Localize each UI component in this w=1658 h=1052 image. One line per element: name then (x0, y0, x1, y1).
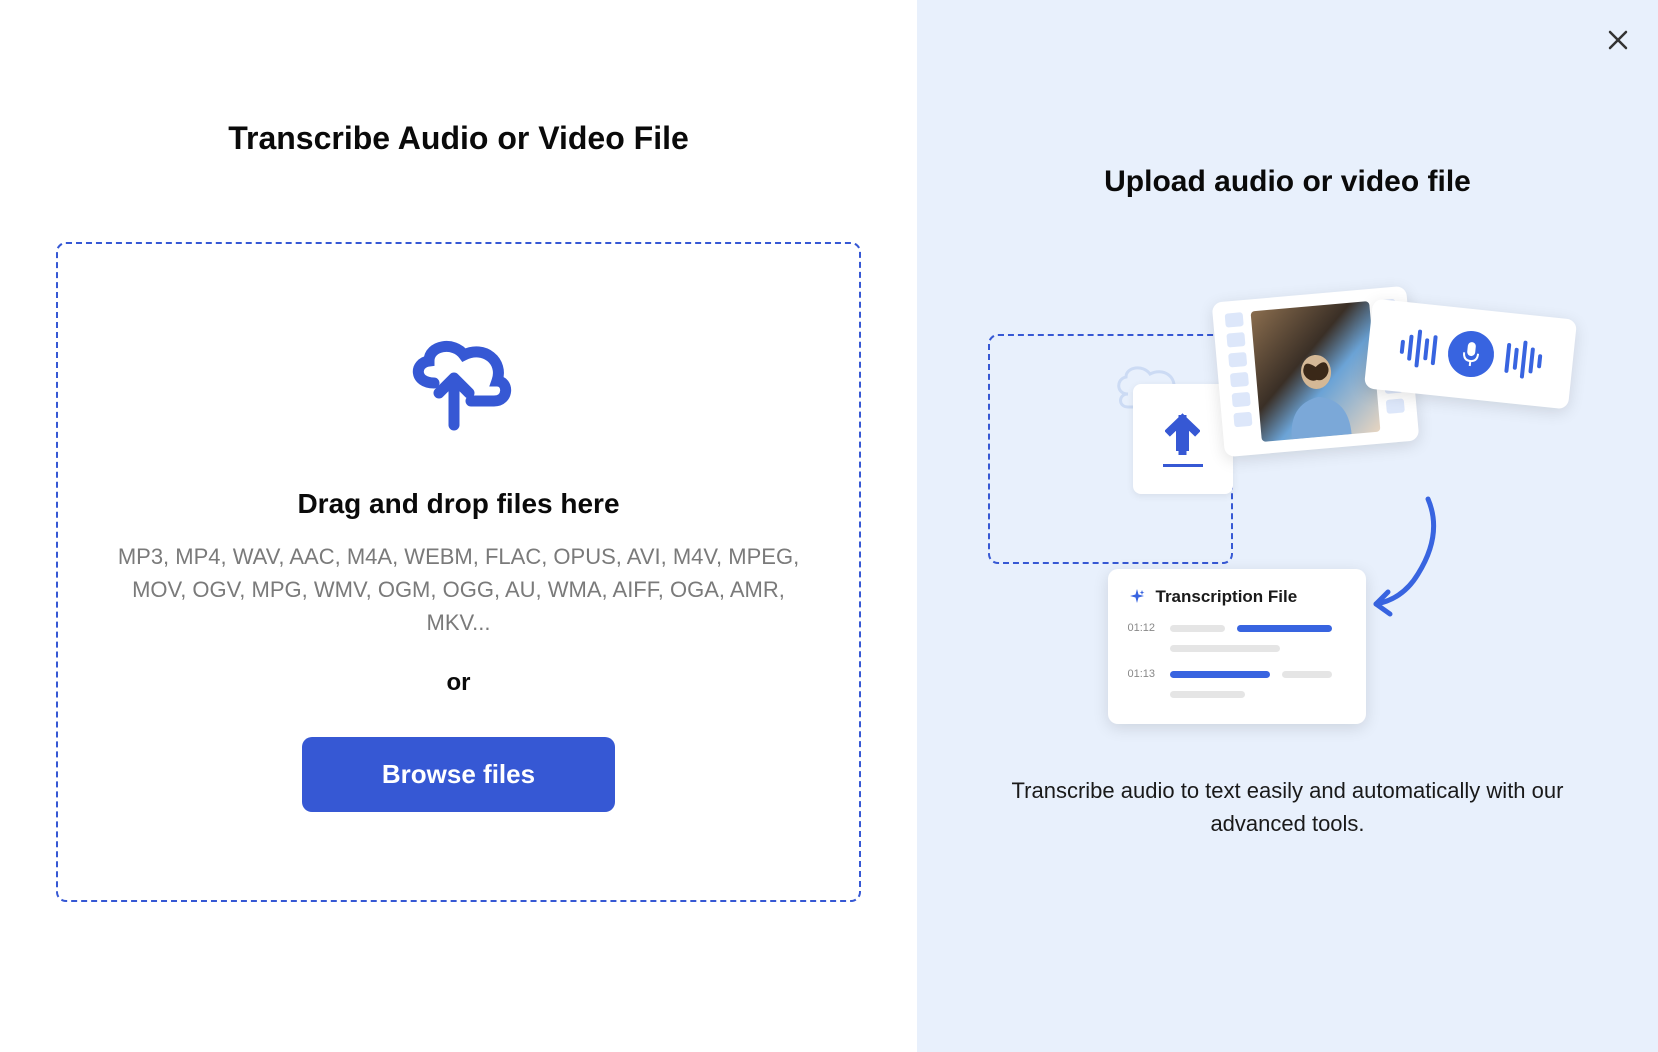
upload-arrow-icon (1165, 411, 1200, 456)
transcription-timestamp: 01:13 (1128, 668, 1158, 680)
cloud-upload-icon (399, 333, 519, 433)
supported-formats-text: MP3, MP4, WAV, AAC, M4A, WEBM, FLAC, OPU… (109, 540, 809, 639)
sparkle-icon (1128, 588, 1146, 606)
film-strip-left (1224, 312, 1253, 444)
right-panel: Upload audio or video file (917, 0, 1658, 1052)
browse-files-button[interactable]: Browse files (302, 737, 615, 812)
close-icon (1607, 29, 1629, 51)
left-panel: Transcribe Audio or Video File Drag and … (0, 0, 917, 1052)
transcription-timestamp: 01:12 (1128, 622, 1158, 634)
video-thumbnail-image (1250, 301, 1380, 442)
waveform-left (1397, 328, 1437, 370)
microphone-icon (1445, 329, 1496, 380)
curved-arrow-icon (1368, 494, 1448, 624)
close-button[interactable] (1603, 25, 1633, 55)
waveform-right (1503, 339, 1543, 381)
right-panel-title: Upload audio or video file (1104, 165, 1471, 199)
drag-drop-text: Drag and drop files here (297, 488, 619, 520)
transcription-file-illustration: Transcription File 01:12 — 01:13 — (1108, 569, 1366, 724)
right-panel-description: Transcribe audio to text easily and auto… (1003, 774, 1573, 840)
illustration-area: Transcription File 01:12 — 01:13 — (988, 284, 1588, 704)
transcription-card-title: Transcription File (1156, 587, 1298, 607)
upload-document-illustration (1133, 384, 1233, 494)
page-title: Transcribe Audio or Video File (228, 120, 689, 157)
or-separator-text: or (447, 669, 471, 697)
file-dropzone[interactable]: Drag and drop files here MP3, MP4, WAV, … (56, 242, 861, 902)
upload-line (1163, 464, 1203, 467)
